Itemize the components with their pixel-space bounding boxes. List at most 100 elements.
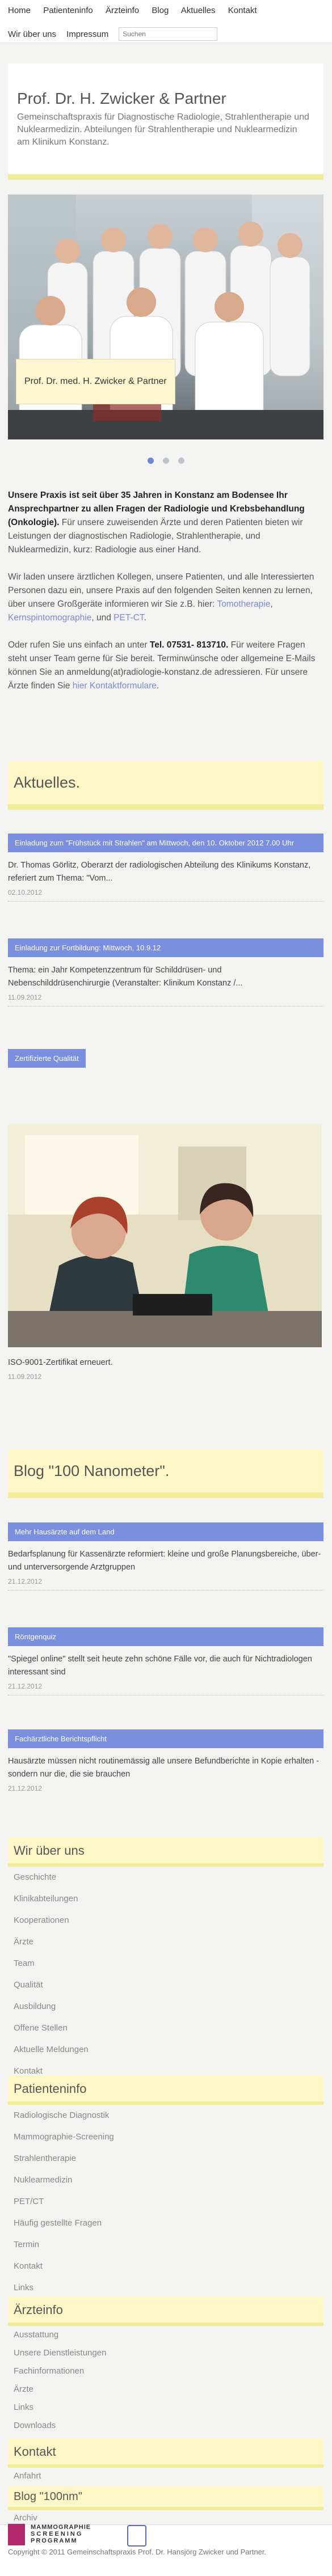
- links-heading: Kontakt: [8, 2438, 323, 2468]
- section-title-aktuelles[interactable]: Aktuelles.: [8, 761, 323, 810]
- link-geschichte[interactable]: Geschichte: [8, 1867, 323, 1888]
- link-aktuelle-meldungen[interactable]: Aktuelle Meldungen: [8, 2039, 323, 2061]
- link-kontakt-patienten[interactable]: Kontakt: [8, 2256, 323, 2277]
- nav-aerzteinfo[interactable]: Ärzteinfo: [106, 6, 139, 15]
- blog-item-2-date: 21.12.2012: [8, 1682, 43, 1690]
- link-pet-ct[interactable]: PET-CT: [114, 613, 144, 623]
- link-ausstattung[interactable]: Ausstattung: [8, 2326, 323, 2344]
- copyright: Copyright © 2011 Gemeinschaftspraxis Pro…: [8, 2548, 267, 2556]
- link-fachinformationen[interactable]: Fachinformationen: [8, 2362, 323, 2380]
- link-links-aerzte[interactable]: Links: [8, 2399, 323, 2417]
- link-links-patienten[interactable]: Links: [8, 2277, 323, 2299]
- phone-number: Tel. 07531- 813710.: [149, 640, 229, 650]
- link-nuklearmedizin[interactable]: Nuklearmedizin: [8, 2169, 323, 2191]
- nav-blog[interactable]: Blog: [152, 6, 169, 15]
- link-downloads[interactable]: Downloads: [8, 2417, 323, 2435]
- top-navigation: Home Patienteninfo Ärzteinfo Blog Aktuel…: [0, 0, 332, 43]
- slide-dot-1[interactable]: [147, 458, 154, 464]
- page: Home Patienteninfo Ärzteinfo Blog Aktuel…: [0, 0, 332, 2576]
- intro-p3-end: .: [156, 681, 159, 691]
- blog-item-3-text: Hausärzte müssen nicht routinemässig all…: [8, 1757, 320, 1779]
- link-kernspintomographie[interactable]: Kernspintomographie: [8, 613, 91, 623]
- divider: [8, 1590, 323, 1591]
- link-kontaktformulare[interactable]: hier Kontaktformulare: [73, 681, 157, 691]
- hero-slideshow[interactable]: Prof. Dr. med. H. Zwicker & Partner: [8, 194, 323, 439]
- section-title-blog[interactable]: Blog "100 Nanometer".: [8, 1449, 323, 1498]
- blog-item-3-title[interactable]: Fachärztliche Berichtspflicht: [8, 1729, 323, 1748]
- news-item-2: Einladung zur Fortbildung: Mittwoch, 10.…: [8, 938, 323, 1006]
- logo-line-2: SCREENING: [31, 2531, 83, 2537]
- slideshow-dots: [0, 456, 332, 467]
- intro-text: Unsere Praxis ist seit über 35 Jahren in…: [8, 489, 321, 707]
- blog-item-2-title[interactable]: Röntgenquiz: [8, 1627, 323, 1646]
- link-pet-ct-info[interactable]: PET/CT: [8, 2191, 323, 2213]
- nav-kontakt[interactable]: Kontakt: [228, 6, 257, 15]
- slide-dot-2[interactable]: [163, 458, 169, 464]
- search-input[interactable]: [119, 27, 218, 41]
- links-heading: Patienteninfo: [8, 2075, 323, 2105]
- link-team[interactable]: Team: [8, 1953, 323, 1974]
- divider: [8, 901, 323, 902]
- site-footer: MAMMOGRAPHIE SCREENING PROGRAMM Copyrigh…: [0, 2524, 332, 2576]
- links-heading: Blog "100nm": [8, 2486, 323, 2510]
- links-heading: Ärzteinfo: [8, 2296, 323, 2326]
- hero-caption: Prof. Dr. med. H. Zwicker & Partner: [16, 359, 175, 404]
- nav-aktuelles[interactable]: Aktuelles: [181, 6, 216, 15]
- nav-impressum[interactable]: Impressum: [66, 29, 108, 39]
- news-item-3-date: 11.09.2012: [8, 1373, 42, 1381]
- news-item-3: Zertifizierte Qualität: [8, 1049, 323, 1068]
- links-patienteninfo: Patienteninfo Radiologische Diagnostik M…: [8, 2075, 323, 2299]
- nav-wir-ueber-uns[interactable]: Wir über uns: [8, 29, 56, 39]
- news-item-2-text: Thema: ein Jahr Kompetenzzentrum für Sch…: [8, 966, 243, 988]
- intro-p3-text: Oder rufen Sie uns einfach an unter: [8, 640, 150, 650]
- logo-mark-icon: [8, 2524, 25, 2545]
- link-qualitaet[interactable]: Qualität: [8, 1974, 323, 1996]
- logo-line-3: PROGRAMM: [31, 2537, 78, 2544]
- link-klinikabteilungen[interactable]: Klinikabteilungen: [8, 1888, 323, 1910]
- link-strahlentherapie[interactable]: Strahlentherapie: [8, 2148, 323, 2169]
- office-photo: [8, 1124, 322, 1347]
- link-offene-stellen[interactable]: Offene Stellen: [8, 2017, 323, 2039]
- mammographie-screening-logo[interactable]: MAMMOGRAPHIE SCREENING PROGRAMM: [8, 2524, 178, 2547]
- links-aerzteinfo: Ärzteinfo Ausstattung Unsere Dienstleist…: [8, 2296, 323, 2435]
- news-item-3-title[interactable]: Zertifizierte Qualität: [8, 1049, 86, 1068]
- nav-row-main: Home Patienteninfo Ärzteinfo Blog Aktuel…: [8, 6, 267, 15]
- link-aerzte-info[interactable]: Ärzte: [8, 2380, 323, 2399]
- blog-item-1-text: Bedarfsplanung für Kassenärzte reformier…: [8, 1550, 321, 1572]
- intro-paragraph-1: Unsere Praxis ist seit über 35 Jahren in…: [8, 489, 321, 557]
- link-termin[interactable]: Termin: [8, 2234, 323, 2256]
- links-heading: Wir über uns: [8, 1837, 323, 1867]
- link-mammographie-screening[interactable]: Mammographie-Screening: [8, 2126, 323, 2148]
- news-item-3-body: ISO-9001-Zertifikat erneuert. 11.09.2012: [8, 1350, 323, 1381]
- blog-item-3-date: 21.12.2012: [8, 1784, 43, 1792]
- blog-item-2: Röntgenquiz "Spiegel online" stellt seit…: [8, 1627, 323, 1695]
- logo-seal-icon: [127, 2525, 146, 2547]
- blog-item-3: Fachärztliche Berichtspflicht Hausärzte …: [8, 1729, 323, 1792]
- site-title[interactable]: Prof. Dr. H. Zwicker & Partner: [17, 90, 226, 108]
- link-radiologische-diagnostik[interactable]: Radiologische Diagnostik: [8, 2105, 323, 2126]
- slide-dot-3[interactable]: [178, 458, 185, 464]
- news-item-1-title[interactable]: Einladung zum "Frühstück mit Strahlen" a…: [8, 834, 323, 852]
- nav-patienteninfo[interactable]: Patienteninfo: [43, 6, 93, 15]
- site-header: Prof. Dr. H. Zwicker & Partner Gemeinsch…: [8, 64, 323, 180]
- link-ausbildung[interactable]: Ausbildung: [8, 1996, 323, 2017]
- news-item-2-title[interactable]: Einladung zur Fortbildung: Mittwoch, 10.…: [8, 938, 323, 957]
- news-item-1: Einladung zum "Frühstück mit Strahlen" a…: [8, 834, 323, 902]
- link-tomotherapie[interactable]: Tomotherapie: [217, 599, 270, 609]
- quality-photo: [8, 1124, 322, 1347]
- blog-item-1-title[interactable]: Mehr Hausärzte auf dem Land: [8, 1522, 323, 1541]
- link-dienstleistungen[interactable]: Unsere Dienstleistungen: [8, 2344, 323, 2362]
- links-kontakt: Kontakt Anfahrt: [8, 2438, 323, 2485]
- nav-home[interactable]: Home: [8, 6, 31, 15]
- link-kooperationen[interactable]: Kooperationen: [8, 1910, 323, 1931]
- link-aerzte[interactable]: Ärzte: [8, 1931, 323, 1953]
- news-item-3-text: ISO-9001-Zertifikat erneuert.: [8, 1358, 113, 1367]
- link-haeufige-fragen[interactable]: Häufig gestellte Fragen: [8, 2213, 323, 2234]
- intro-p2-and: , und: [91, 613, 114, 623]
- link-anfahrt[interactable]: Anfahrt: [8, 2468, 323, 2485]
- links-blog: Blog "100nm" Archiv: [8, 2486, 323, 2526]
- intro-paragraph-2: Wir laden unsere ärztlichen Kollegen, un…: [8, 570, 321, 625]
- links-wir-ueber-uns: Wir über uns Geschichte Klinikabteilunge…: [8, 1837, 323, 2082]
- blog-item-1: Mehr Hausärzte auf dem Land Bedarfsplanu…: [8, 1522, 323, 1591]
- intro-p2-sep: ,: [270, 599, 273, 609]
